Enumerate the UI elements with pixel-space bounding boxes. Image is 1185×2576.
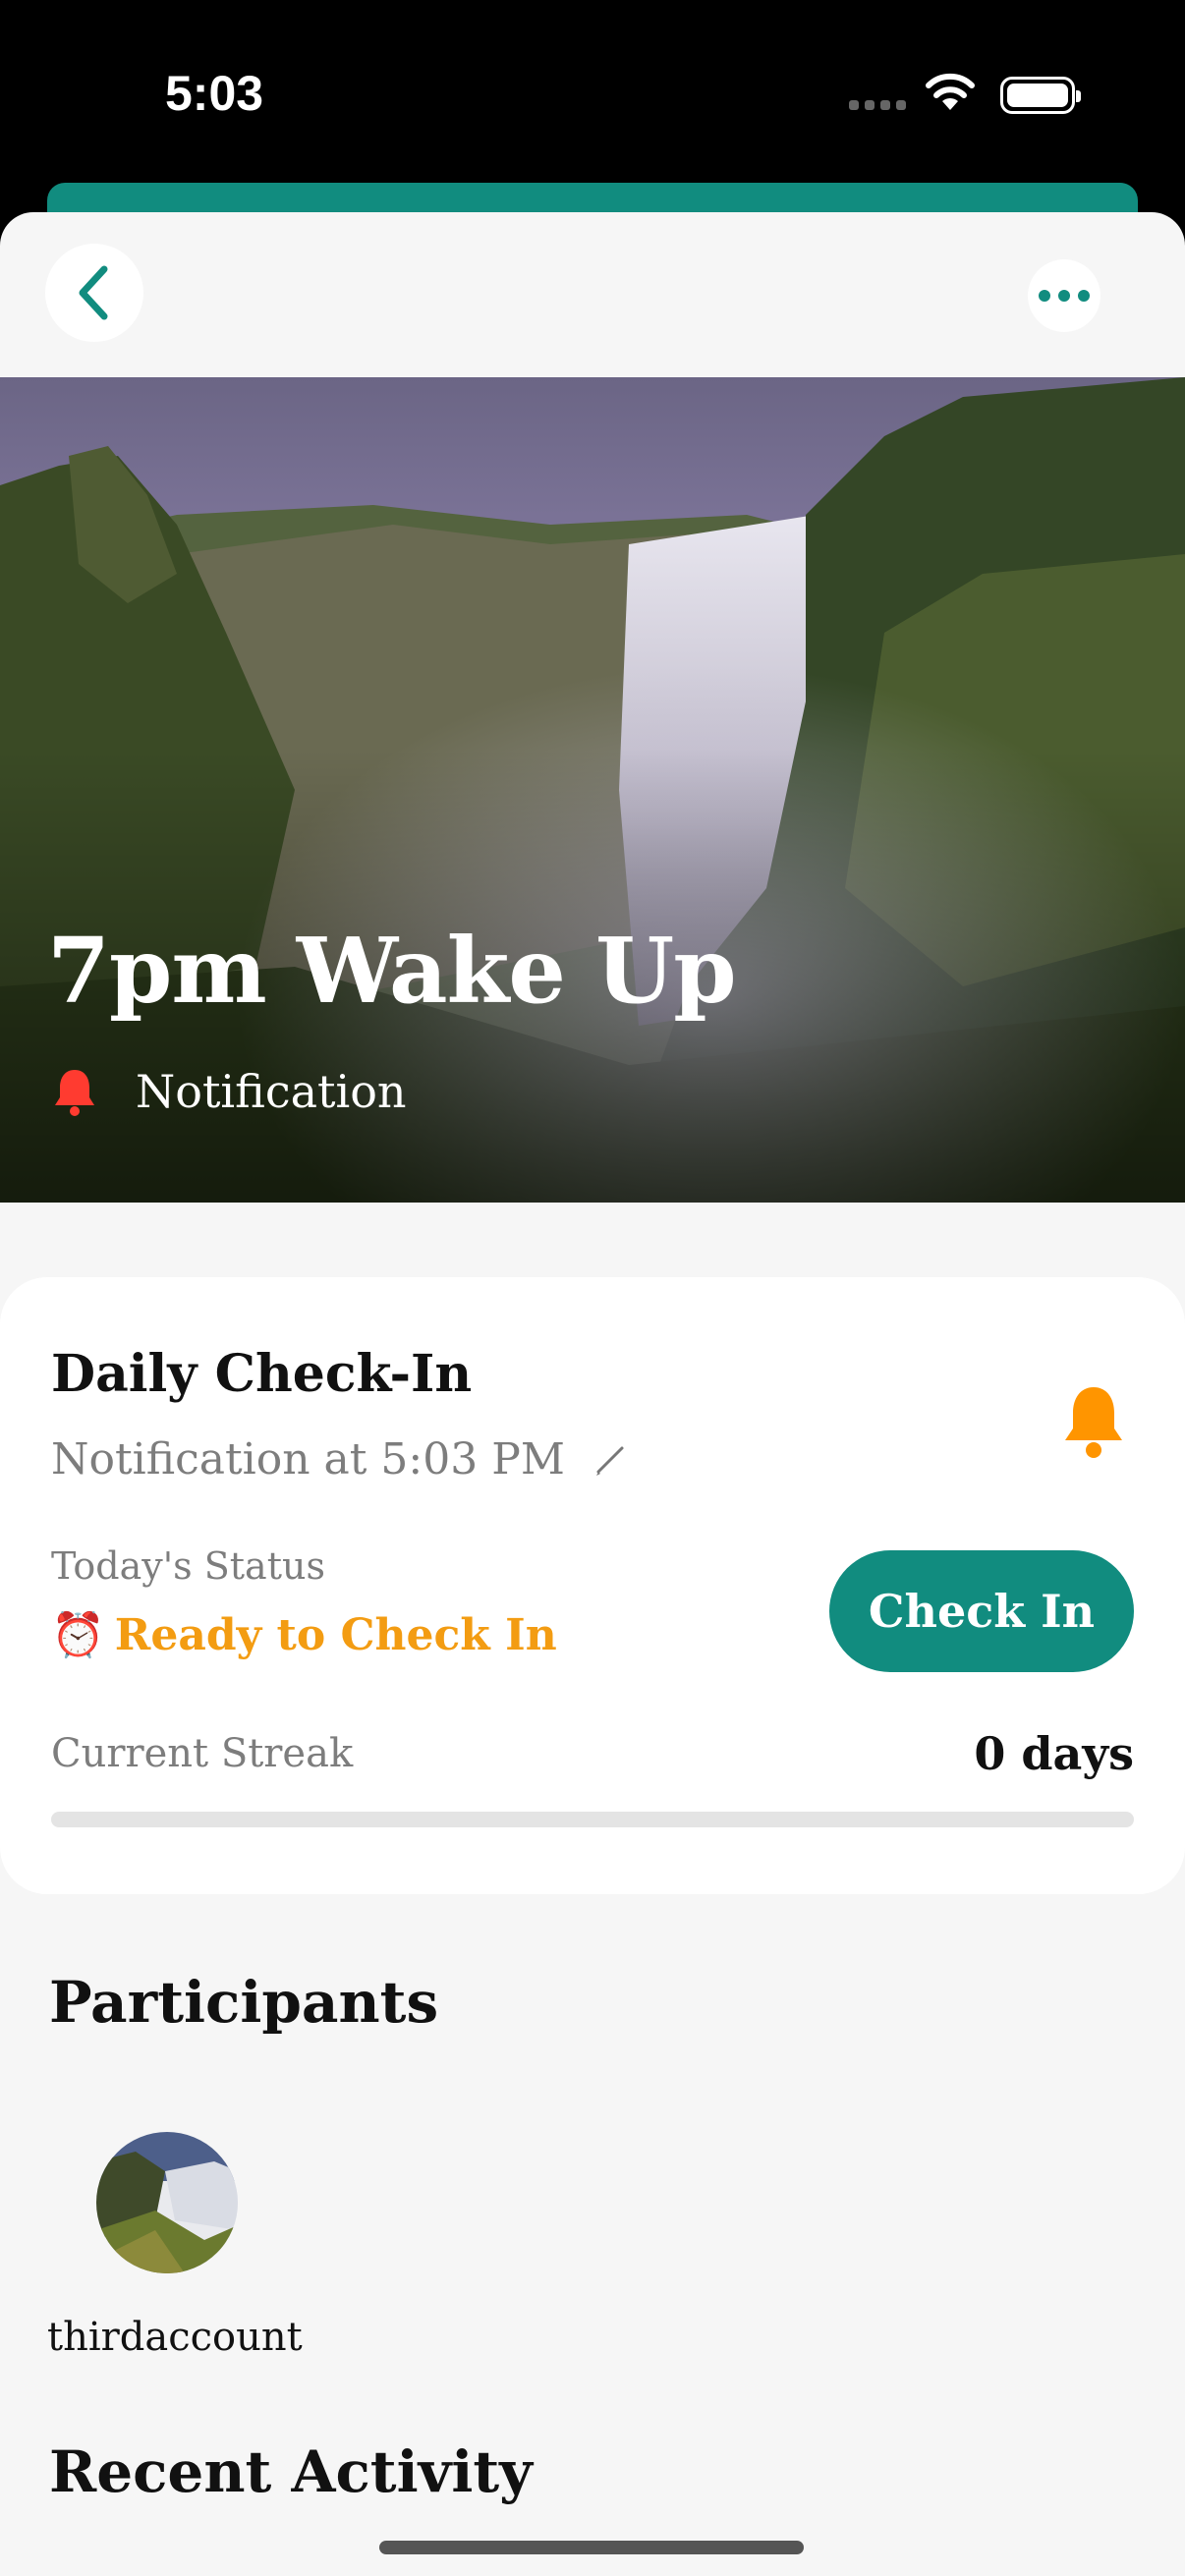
- participant-avatar-image: [96, 2132, 238, 2273]
- streak-value: 0 days: [974, 1727, 1134, 1780]
- daily-checkin-card: Daily Check-In Notification at 5:03 PM T…: [0, 1277, 1185, 1894]
- participants-heading: Participants: [49, 1969, 439, 2036]
- notification-label: Notification: [136, 1065, 407, 1118]
- status-label: Today's Status: [51, 1544, 325, 1588]
- goal-title: 7pm Wake Up: [47, 918, 737, 1024]
- streak-progress-bar: [51, 1812, 1134, 1827]
- card-title: Daily Check-In: [51, 1344, 473, 1404]
- bell-icon[interactable]: [1057, 1381, 1130, 1460]
- pencil-icon[interactable]: [592, 1442, 628, 1478]
- notification-time-text: Notification at 5:03 PM: [51, 1434, 565, 1484]
- notification-badge: Notification: [49, 1065, 407, 1118]
- bell-icon: [55, 1070, 94, 1116]
- alarm-clock-icon: ⏰: [51, 1610, 105, 1660]
- chevron-left-icon: [79, 265, 108, 320]
- wifi-icon: [926, 73, 975, 110]
- more-options-button[interactable]: [1028, 259, 1100, 332]
- back-button[interactable]: [45, 244, 143, 342]
- check-in-button[interactable]: Check In: [829, 1550, 1134, 1672]
- goal-detail-sheet: 7pm Wake Up Notification Daily Check-In …: [0, 212, 1185, 2576]
- streak-label: Current Streak: [51, 1731, 354, 1776]
- status-bar: 5:03: [0, 0, 1185, 187]
- participant-name: thirdaccount: [47, 2315, 303, 2360]
- status-value: ⏰ Ready to Check In: [51, 1609, 557, 1661]
- hero-banner: 7pm Wake Up Notification: [0, 377, 1185, 1203]
- battery-icon: [1000, 77, 1081, 114]
- notification-time: Notification at 5:03 PM: [51, 1434, 628, 1484]
- home-indicator[interactable]: [379, 2541, 804, 2554]
- status-time: 5:03: [165, 66, 264, 121]
- cellular-signal-icon: [849, 100, 906, 110]
- recent-activity-heading: Recent Activity: [49, 2438, 533, 2505]
- status-value-text: Ready to Check In: [114, 1609, 557, 1660]
- more-icon: [1039, 290, 1090, 302]
- avatar: [96, 2132, 238, 2273]
